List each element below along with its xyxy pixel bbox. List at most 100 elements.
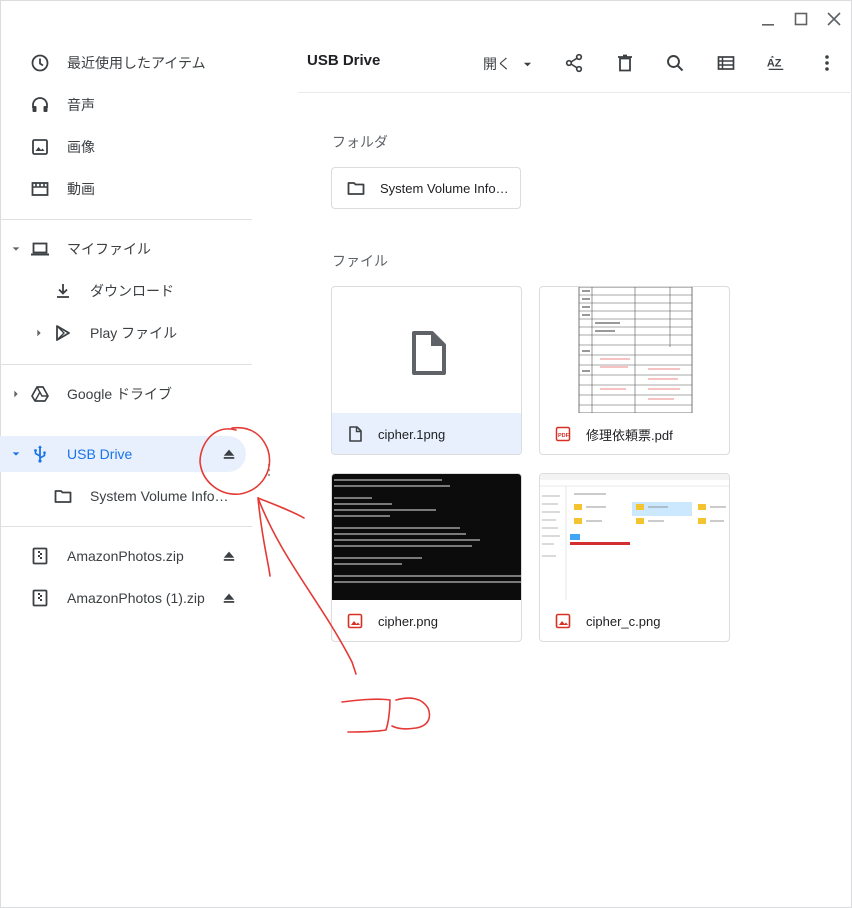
laptop-icon [30,239,50,259]
sidebar-item-amazonphotos-1-zip[interactable]: AmazonPhotos (1).zip [0,578,254,618]
zip-icon [30,546,50,566]
splitter-handle[interactable] [266,462,272,482]
image-file-icon [555,613,571,629]
sidebar-item-label: USB Drive [67,446,133,462]
minimize-icon [762,24,774,26]
list-view-icon [717,56,735,70]
sidebar-item-label: マイファイル [67,241,151,257]
svg-text:AZ: AZ [767,58,782,70]
folders-section-label: フォルダ [332,134,388,150]
sidebar-item-label: 音声 [67,97,95,113]
delete-icon [618,54,632,72]
file-name: cipher.png [378,613,438,629]
file-thumbnail [332,474,521,600]
files-section-label: ファイル [332,253,388,269]
sidebar-item-my-files[interactable]: マイファイル [0,229,254,269]
sidebar-item-label: Play ファイル [90,325,178,341]
dropdown-arrow-icon [523,62,532,66]
current-folder-title: USB Drive [307,52,381,69]
sidebar-item-label: ダウンロード [90,283,174,299]
sidebar-item-label: 最近使用したアイテム [67,55,206,71]
pdf-preview-image [578,287,693,413]
folder-icon [347,182,365,195]
toolbar-divider [298,92,852,93]
search-button[interactable] [662,50,688,76]
annotation-ko-1 [341,698,391,733]
file-card-cipher-c-png[interactable]: cipher_c.png [539,473,730,642]
zip-icon [30,588,50,608]
sidebar-item-label: System Volume Information [90,488,230,504]
file-thumbnail [540,474,729,600]
delete-button[interactable] [612,50,638,76]
annotation-ko-2 [391,697,431,730]
annotation-arrowhead [257,497,305,577]
sidebar-item-usb-drive[interactable]: USB Drive [0,434,254,474]
minimize-button[interactable] [757,8,779,30]
search-icon [667,55,684,72]
eject-icon[interactable] [221,446,237,462]
file-name: cipher_c.png [586,613,661,629]
file-card-cipher-1png[interactable]: cipher.1png [331,286,522,455]
share-icon [565,53,583,73]
video-icon [30,179,50,199]
sidebar-item-system-volume[interactable]: System Volume Information [0,476,254,516]
sidebar: 最近使用したアイテム 音声 画像 動画 マイファイル ダウンロード Play フ… [0,0,254,908]
list-view-button[interactable] [713,50,739,76]
folder-name: System Volume Information [380,180,510,196]
file-name: 修理依頼票.pdf [586,427,673,443]
sidebar-item-recent[interactable]: 最近使用したアイテム [0,43,254,83]
download-icon [53,281,73,301]
caret-right-icon[interactable] [33,327,45,339]
sidebar-item-google-drive[interactable]: Google ドライブ [0,374,254,414]
more-icon [825,55,829,71]
caret-right-icon[interactable] [10,388,22,400]
sidebar-item-videos[interactable]: 動画 [0,169,254,209]
sidebar-divider [0,364,252,365]
sidebar-item-images[interactable]: 画像 [0,127,254,167]
file-thumbnail [540,287,729,413]
image-file-icon [347,613,363,629]
headphones-icon [30,95,50,115]
open-with-button[interactable]: 開く [483,54,532,74]
file-card-cipher-png[interactable]: cipher.png [331,473,522,642]
sidebar-item-amazonphotos-zip[interactable]: AmazonPhotos.zip [0,536,254,576]
share-button[interactable] [561,50,587,76]
sidebar-item-label: AmazonPhotos (1).zip [67,590,205,606]
maximize-button[interactable] [790,8,812,30]
image-icon [30,137,50,157]
usb-icon [30,444,50,464]
generic-file-large-icon [412,331,446,375]
caret-down-icon[interactable] [10,243,22,255]
eject-icon[interactable] [221,590,237,606]
drive-icon [30,384,50,404]
sidebar-item-downloads[interactable]: ダウンロード [0,271,254,311]
clock-icon [30,53,50,73]
pdf-icon: PDF [555,426,571,442]
more-options-button[interactable] [814,50,840,76]
caret-down-icon[interactable] [10,448,22,460]
sort-button[interactable]: AZ [763,50,789,76]
play-icon [53,323,73,343]
close-icon [827,12,841,26]
folder-icon [53,486,73,506]
sidebar-divider [0,526,252,527]
sidebar-item-label: AmazonPhotos.zip [67,548,184,564]
explorer-screenshot-image [540,474,729,600]
console-screenshot-image [332,474,521,600]
maximize-icon [794,12,808,26]
sidebar-divider [0,219,252,220]
sidebar-item-play-files[interactable]: Play ファイル [0,313,254,353]
sidebar-item-audio[interactable]: 音声 [0,85,254,125]
open-label: 開く [483,56,511,72]
sidebar-item-label: Google ドライブ [67,386,173,402]
eject-icon[interactable] [221,548,237,564]
sort-az-icon: AZ [767,55,784,70]
sidebar-item-label: 動画 [67,181,95,197]
folder-card[interactable]: System Volume Information [331,167,521,209]
file-name: cipher.1png [378,426,446,442]
file-thumbnail [332,287,521,413]
file-icon [349,426,362,442]
file-card-repair-request-pdf[interactable]: PDF 修理依頼票.pdf [539,286,730,455]
sidebar-item-label: 画像 [67,139,95,155]
close-button[interactable] [823,8,845,30]
